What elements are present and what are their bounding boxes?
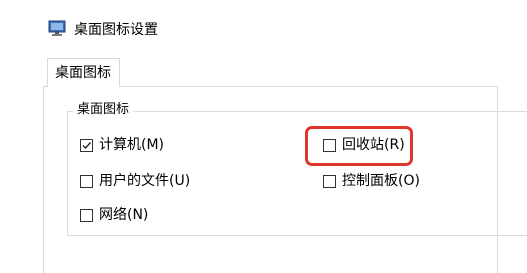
user-files-checkbox[interactable]: 用户的文件(U) bbox=[80, 171, 190, 191]
desktop-settings-icon bbox=[48, 20, 67, 37]
title-bar: 桌面图标设置 bbox=[0, 0, 527, 50]
window-title: 桌面图标设置 bbox=[74, 22, 158, 38]
checkbox-label: 用户的文件(U) bbox=[99, 173, 191, 189]
computer-checkbox[interactable]: 计算机(M) bbox=[80, 135, 164, 155]
checkbox-box[interactable] bbox=[80, 208, 93, 222]
group-label: 桌面图标 bbox=[73, 102, 134, 118]
checkmark-icon bbox=[82, 141, 92, 149]
checkbox-label: 计算机(M) bbox=[99, 137, 165, 153]
tab-desktop-icons[interactable]: 桌面图标 bbox=[47, 58, 120, 87]
checkbox-label: 网络(N) bbox=[99, 207, 149, 223]
checkbox-box[interactable] bbox=[323, 174, 336, 188]
checkbox-box[interactable] bbox=[80, 174, 93, 188]
recycle-bin-highlight-annotation bbox=[305, 126, 413, 166]
checkbox-label: 控制面板(O) bbox=[342, 173, 420, 189]
checkbox-box[interactable] bbox=[80, 138, 93, 152]
tab-label: 桌面图标 bbox=[55, 65, 111, 81]
network-checkbox[interactable]: 网络(N) bbox=[80, 205, 148, 225]
control-panel-checkbox[interactable]: 控制面板(O) bbox=[323, 171, 420, 191]
desktop-icon-settings-window: 桌面图标设置 桌面图标 桌面图标 计算机(M) 回收站(R) 用户的文件(U) … bbox=[0, 0, 527, 273]
